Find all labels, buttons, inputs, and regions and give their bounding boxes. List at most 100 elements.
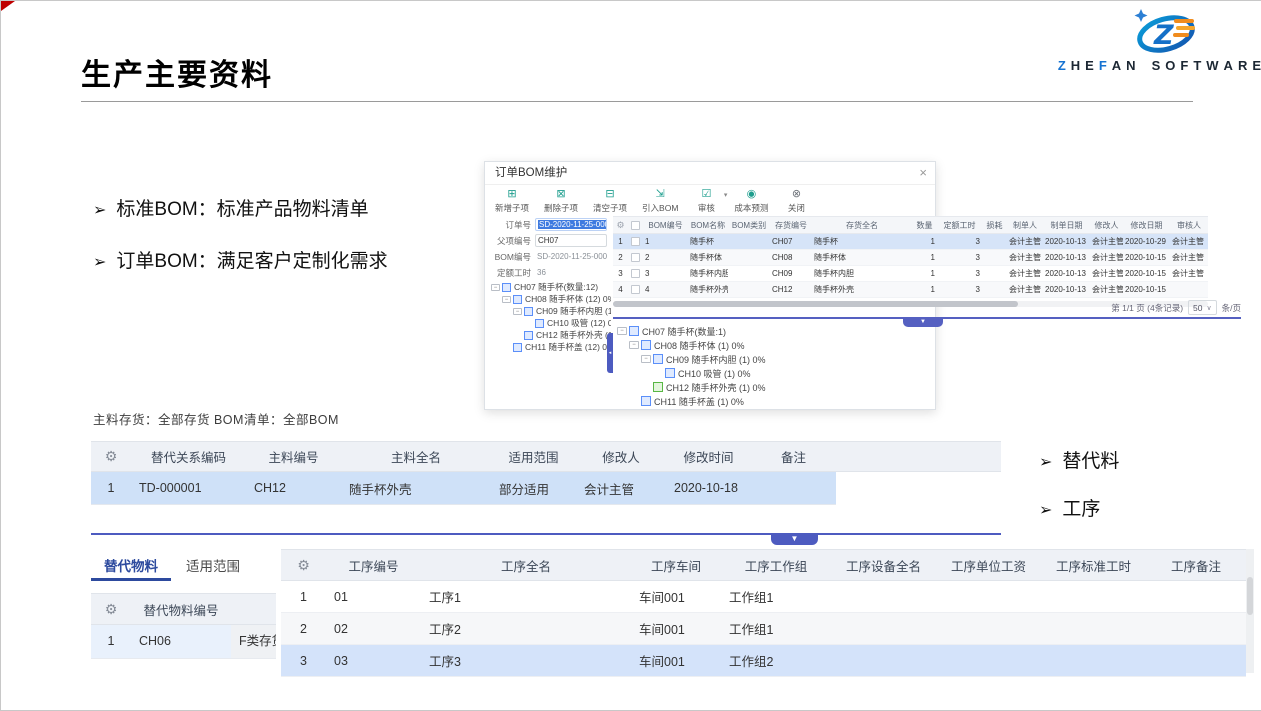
column-header[interactable]: 损耗 — [982, 220, 1007, 231]
column-header[interactable]: 工序单位工资 — [936, 556, 1041, 575]
tree-node[interactable]: − CH12 随手杯外壳 (1) 0% — [617, 380, 1217, 394]
tree-expander-icon[interactable]: − — [491, 284, 500, 291]
detail-tabs: 替代物料 适用范围 — [91, 552, 254, 578]
dialog-titlebar[interactable]: 订单BOM维护 × — [485, 162, 935, 185]
tree-node[interactable]: − CH08 随手杯体 (1) 0% — [617, 338, 1217, 352]
side-collapse-handle[interactable]: ◂ — [607, 333, 613, 373]
row-checkbox[interactable] — [631, 269, 640, 278]
gear-icon[interactable]: ⚙ — [616, 220, 624, 230]
cell-process-no: 01 — [326, 590, 421, 604]
column-header[interactable]: 工序设备全名 — [831, 556, 936, 575]
cell-bom-no: 1 — [643, 237, 688, 246]
gear-icon[interactable]: ⚙ — [105, 601, 118, 617]
gear-icon[interactable]: ⚙ — [297, 557, 310, 573]
tree-node-label: CH10 吸管 (1) 0% — [678, 367, 751, 380]
column-header[interactable]: 适用范围 — [491, 447, 576, 466]
tree-node[interactable]: − CH07 随手杯(数量:12) — [491, 281, 611, 293]
form-input[interactable]: CH07 — [535, 234, 607, 247]
toolbar-button[interactable]: ⊗ 关闭 ▾ — [783, 189, 809, 214]
table-row[interactable]: 1 CH06 F类存货 — [91, 625, 276, 659]
tree-node[interactable]: − CH09 随手杯内胆 (12) 0% — [491, 305, 611, 317]
cell-bom-no: 4 — [643, 285, 688, 294]
tree-node[interactable]: − CH12 随手杯外壳 (12) 0% — [491, 329, 611, 341]
vertical-scrollbar[interactable] — [1246, 549, 1254, 673]
toolbar-button[interactable]: ⊠ 删除子项 ▾ — [544, 189, 578, 214]
tree-expander-icon[interactable]: − — [617, 327, 627, 335]
tree-node[interactable]: − CH11 随手杯盖 (1) 0% — [617, 394, 1217, 408]
tree-node[interactable]: − CH09 随手杯内胆 (1) 0% — [617, 352, 1217, 366]
main-collapse-button[interactable]: ▼ — [771, 534, 818, 545]
toolbar-button[interactable]: ⇲ 引入BOM ▾ — [642, 189, 678, 214]
tree-expander-icon[interactable]: − — [641, 355, 651, 363]
tree-node[interactable]: − CH10 吸管 (12) 0% — [491, 317, 611, 329]
column-header[interactable]: 修改人 — [1090, 220, 1123, 231]
toolbar-button[interactable]: ☑ 审核 ▾ — [693, 189, 719, 214]
row-index: 1 — [281, 590, 326, 604]
arrow-bullet-icon: ➢ — [1039, 502, 1052, 519]
column-header[interactable]: 定额工时 — [937, 220, 982, 231]
column-header[interactable]: 工序备注 — [1146, 556, 1246, 575]
column-header[interactable]: BOM名称 — [688, 220, 728, 231]
page-size-select[interactable]: 50 ∨ — [1188, 300, 1217, 315]
table-row[interactable]: 2 2 随手杯体 CH08 随手杯体 1 3 会计主管 2020-10-13 会… — [613, 250, 1208, 266]
column-header[interactable]: 工序车间 — [631, 556, 721, 575]
dropdown-caret-icon[interactable]: ▾ — [724, 191, 728, 199]
tree-node[interactable]: − CH11 随手杯盖 (12) 0% — [491, 341, 611, 353]
cell-auditor: 会计主管 — [1170, 236, 1208, 247]
column-header[interactable]: 工序工作组 — [721, 556, 831, 575]
column-header[interactable]: 修改日期 — [1123, 220, 1170, 231]
column-header[interactable]: 主料全名 — [341, 447, 491, 466]
tree-node[interactable]: − CH10 吸管 (1) 0% — [617, 366, 1217, 380]
row-checkbox[interactable] — [631, 237, 640, 246]
column-header[interactable]: 存货全名 — [812, 220, 912, 231]
column-header[interactable]: 修改人 — [576, 447, 666, 466]
row-checkbox[interactable] — [631, 285, 640, 294]
column-header[interactable]: 替代关系编码 — [131, 447, 246, 466]
form-input[interactable]: 36 — [535, 266, 607, 279]
table-row[interactable]: 3 3 随手杯内胆 CH09 随手杯内胆 1 3 会计主管 2020-10-13… — [613, 266, 1208, 282]
form-input[interactable]: SD-2020-11-25-00006-1 — [535, 250, 607, 263]
table-row[interactable]: 4 4 随手杯外壳 CH12 随手杯外壳 1 3 会计主管 2020-10-13… — [613, 282, 1208, 298]
toolbar-button[interactable]: ⊞ 新增子项 ▾ — [495, 189, 529, 214]
select-all-checkbox[interactable] — [631, 221, 640, 230]
column-header[interactable]: BOM类别 — [728, 220, 770, 231]
scrollbar-thumb[interactable] — [1247, 577, 1253, 615]
column-header[interactable]: 工序编号 — [326, 556, 421, 575]
tree-expander-icon[interactable]: − — [629, 341, 639, 349]
row-checkbox[interactable] — [631, 253, 640, 262]
cell-modifier: 会计主管 — [1090, 236, 1123, 247]
column-header[interactable]: BOM编号 — [643, 220, 688, 231]
column-header[interactable]: 审核人 — [1170, 220, 1208, 231]
table-row[interactable]: 1 1 随手杯 CH07 随手杯 1 3 会计主管 2020-10-13 会计主… — [613, 234, 1208, 250]
toolbar-button[interactable]: ◉ 成本预测 ▾ — [734, 189, 768, 214]
column-header[interactable]: 工序标准工时 — [1041, 556, 1146, 575]
table-row[interactable]: 1 TD-000001 CH12 随手杯外壳 部分适用 会计主管 2020-10… — [91, 472, 836, 505]
table-row[interactable]: 3 03 工序3 车间001 工作组2 — [281, 645, 1246, 677]
gear-icon[interactable]: ⚙ — [105, 448, 118, 464]
tree-node[interactable]: − CH07 随手杯(数量:1) — [617, 324, 1217, 338]
column-header[interactable]: 制单人 — [1007, 220, 1043, 231]
column-header[interactable]: 工序全名 — [421, 556, 631, 575]
column-header[interactable]: 数量 — [912, 220, 937, 231]
tree-expander-icon[interactable]: − — [513, 308, 522, 315]
toolbar-button[interactable]: ⊟ 清空子项 ▾ — [593, 189, 627, 214]
tree-node-label: CH11 随手杯盖 (1) 0% — [654, 395, 744, 408]
column-header[interactable]: 主料编号 — [246, 447, 341, 466]
tree-expander-icon[interactable]: − — [502, 296, 511, 303]
bom-form: 订单号 SD-2020-11-25-00006 父项编号 CH07 BOM编号 … — [489, 218, 611, 282]
dialog-close-icon[interactable]: × — [919, 162, 927, 184]
table-row[interactable]: 1 01 工序1 车间001 工作组1 — [281, 581, 1246, 613]
form-input[interactable]: SD-2020-11-25-00006 — [535, 218, 607, 231]
detail-tab[interactable]: 替代物料 — [91, 555, 172, 575]
column-header[interactable]: 替代物料编号 — [131, 600, 231, 619]
table-row[interactable]: 2 02 工序2 车间001 工作组1 — [281, 613, 1246, 645]
left-bullet-list: ➢标准BOM：标准产品物料清单 ➢订单BOM：满足客户定制化需求 — [93, 194, 388, 298]
column-header[interactable]: 存货编号 — [770, 220, 812, 231]
column-header[interactable]: 制单日期 — [1043, 220, 1090, 231]
tree-node[interactable]: − CH08 随手杯体 (12) 0% — [491, 293, 611, 305]
column-header[interactable]: 修改时间 — [666, 447, 751, 466]
logo-letter: Z — [1058, 58, 1066, 73]
column-header[interactable]: 备注 — [751, 447, 836, 466]
detail-tab[interactable]: 适用范围 — [172, 555, 254, 575]
form-value: 36 — [537, 268, 546, 277]
